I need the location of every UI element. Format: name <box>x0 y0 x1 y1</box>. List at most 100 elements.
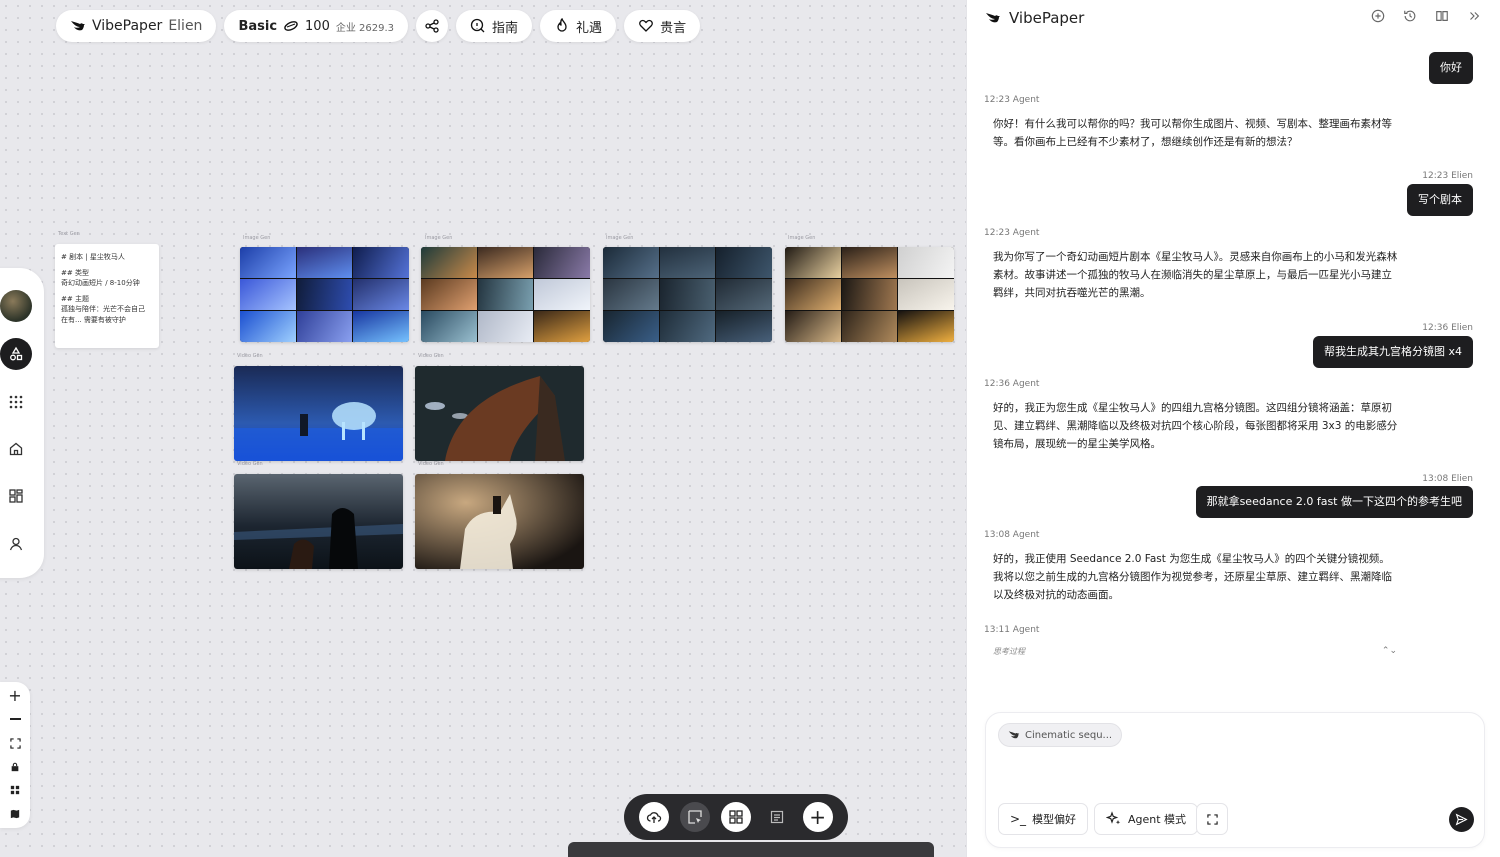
fit-view-button[interactable] <box>6 734 24 752</box>
terminal-prompt-icon: >_ <box>1010 812 1027 826</box>
storyboard-frame <box>296 311 353 342</box>
storyboard-frame <box>240 311 296 342</box>
user-message: 你好 <box>1429 52 1473 84</box>
add-node-button[interactable]: + <box>802 802 833 832</box>
layout-button[interactable] <box>0 480 32 512</box>
notes-button[interactable] <box>762 802 792 832</box>
style-chip[interactable]: Cinematic sequ... <box>998 723 1123 747</box>
bottom-drawer-handle[interactable] <box>568 842 934 857</box>
share-button[interactable] <box>416 10 449 42</box>
storyboard-frame <box>534 247 590 278</box>
text-node-label: Text Gen <box>58 231 80 237</box>
storyboard-frame <box>841 247 898 278</box>
panel-header: VibePaper <box>985 6 1084 30</box>
storyboard-grid-1[interactable] <box>240 247 409 342</box>
script-type-value: 奇幻动画短片 / 8-10分钟 <box>61 279 140 287</box>
credits-value: 100 <box>305 18 330 34</box>
storyboard-frame <box>898 279 954 310</box>
image-node-label: Image Gen <box>425 235 453 241</box>
message-list[interactable]: 你好 12:23 Agent 你好！有什么我可以帮你的吗？我可以帮你生成图片、视… <box>983 40 1487 670</box>
storyboard-frame <box>477 311 534 342</box>
zoom-in-button[interactable]: + <box>6 687 24 705</box>
gift-label: 礼遇 <box>576 20 603 36</box>
storyboard-frame <box>659 311 716 342</box>
storyboard-frame <box>898 247 954 278</box>
share-icon <box>424 18 440 34</box>
send-button[interactable] <box>1449 807 1474 832</box>
canvas[interactable]: VibePaper Elien Basic 100 企业 2629.3 指南 礼… <box>0 0 966 857</box>
image-node-label: Image Gen <box>788 235 816 241</box>
storyboard-grid-2[interactable] <box>421 247 590 342</box>
video-clip-1[interactable] <box>234 366 403 461</box>
storyboard-frame <box>421 311 477 342</box>
image-node-label: Image Gen <box>243 235 271 241</box>
history-button[interactable] <box>1400 6 1420 26</box>
guide-button[interactable]: 指南 <box>456 10 533 42</box>
brand-pill[interactable]: VibePaper Elien <box>56 10 217 42</box>
feedback-label: 贵言 <box>660 20 687 36</box>
agent-chat-panel: VibePaper 你好 12:23 Agent 你好！有什么我可以帮你的吗？我… <box>966 0 1500 857</box>
message-meta: 13:08 Elien <box>1422 474 1473 484</box>
storyboard-frame <box>603 279 659 310</box>
new-chat-button[interactable] <box>1368 6 1388 26</box>
video-clip-2[interactable] <box>415 366 584 461</box>
user-message: 那就拿seedance 2.0 fast 做一下这四个的参考生吧 <box>1195 486 1473 518</box>
expand-icon <box>1206 813 1218 825</box>
enterprise-credits: 企业 2629.3 <box>335 22 395 34</box>
storyboard-frame <box>716 279 772 310</box>
upload-button[interactable] <box>639 802 670 832</box>
components-button[interactable] <box>720 802 751 832</box>
storyboard-frame <box>659 247 716 278</box>
bottom-toolbar: + <box>624 794 848 840</box>
storyboard-frame <box>785 247 841 278</box>
storyboard-grid-3[interactable] <box>603 247 772 342</box>
message-meta: 12:36 Agent <box>984 379 1040 389</box>
minimap-button[interactable] <box>6 805 24 823</box>
grid-view-button[interactable] <box>6 781 24 799</box>
expand-chevron-icon: ⌃⌄ <box>1381 646 1397 656</box>
storyboard-frame <box>785 311 841 342</box>
storyboard-frame <box>353 311 409 342</box>
map-icon <box>10 809 20 819</box>
message-composer[interactable]: Cinematic sequ... >_ 模型偏好 Agent 模式 <box>985 712 1485 848</box>
user-icon <box>8 536 24 552</box>
gift-button[interactable]: 礼遇 <box>540 10 617 42</box>
script-type-heading: ## 类型 <box>61 268 89 277</box>
shapes-tool-button[interactable] <box>0 338 32 370</box>
storyboard-frame <box>534 279 590 310</box>
home-icon <box>8 441 24 457</box>
video-clip-3[interactable] <box>234 474 403 569</box>
script-text-node[interactable]: # 剧本 | 星尘牧马人 ## 类型 奇幻动画短片 / 8-10分钟 ## 主题… <box>55 244 159 348</box>
library-button[interactable] <box>1432 6 1452 26</box>
agent-mode-button[interactable]: Agent 模式 <box>1094 803 1199 835</box>
send-icon <box>1455 813 1468 826</box>
agent-message: 好的，我正使用 Seedance 2.0 Fast 为您生成《星尘牧马人》的四个… <box>993 553 1392 601</box>
storyboard-frame <box>353 279 409 310</box>
history-icon <box>1404 10 1416 22</box>
plan-pill[interactable]: Basic 100 企业 2629.3 <box>224 10 409 42</box>
top-bar: VibePaper Elien Basic 100 企业 2629.3 指南 礼… <box>56 10 701 42</box>
lock-button[interactable] <box>6 758 24 776</box>
storyboard-frame <box>421 279 477 310</box>
model-preference-button[interactable]: >_ 模型偏好 <box>998 803 1089 835</box>
agent-message: 我为你写了一个奇幻动画短片剧本《星尘牧马人》。灵感来自你画布上的小马和发光森林素… <box>993 251 1398 299</box>
user-avatar[interactable] <box>0 290 32 322</box>
select-tool-button[interactable] <box>680 802 711 832</box>
storyboard-grid-4[interactable] <box>785 247 954 342</box>
user-name: Elien <box>168 18 203 34</box>
storyboard-frame <box>353 247 409 278</box>
video-clip-4[interactable] <box>415 474 584 569</box>
zoom-out-button[interactable] <box>6 710 24 728</box>
home-button[interactable] <box>0 433 32 465</box>
expand-composer-button[interactable] <box>1196 803 1228 835</box>
plus-icon: + <box>8 686 22 705</box>
apps-grid-button[interactable] <box>0 386 32 418</box>
thinking-toggle[interactable]: 思考过程 ⌃⌄ <box>993 646 1397 657</box>
flame-icon <box>554 18 570 34</box>
video-node-label: Video Gen <box>418 461 444 467</box>
feedback-button[interactable]: 贵言 <box>624 10 701 42</box>
profile-button[interactable] <box>0 528 32 560</box>
components-grid-icon <box>729 810 743 824</box>
plus-icon: + <box>809 805 826 829</box>
collapse-panel-button[interactable] <box>1464 6 1484 26</box>
